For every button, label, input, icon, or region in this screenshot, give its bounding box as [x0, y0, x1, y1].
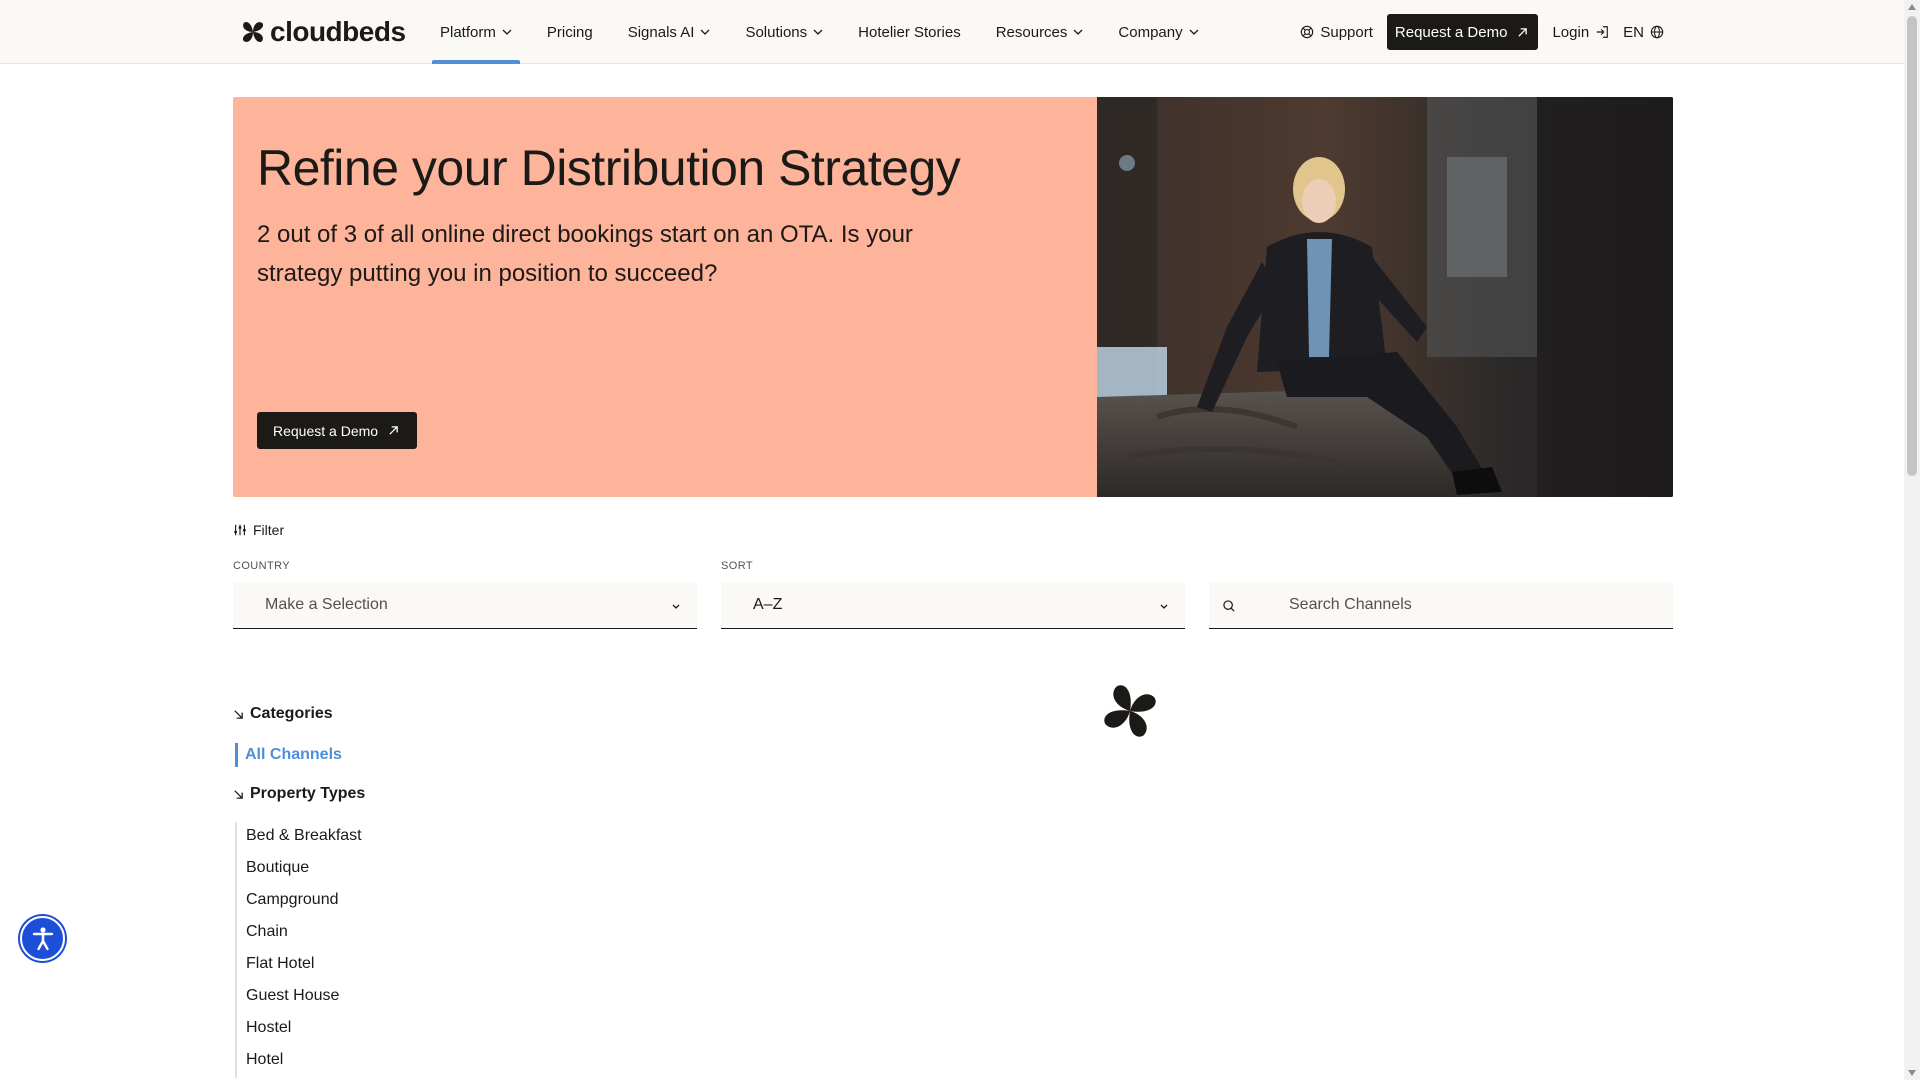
- country-select[interactable]: Make a Selection: [233, 582, 697, 629]
- chevron-down-icon: [700, 29, 710, 35]
- support-link[interactable]: Support: [1300, 24, 1373, 41]
- nav-label: Resources: [995, 23, 1068, 41]
- nav-item-signals-ai[interactable]: Signals AI: [620, 0, 719, 64]
- sliders-icon: [234, 524, 246, 536]
- page-scrollbar[interactable]: [1904, 0, 1920, 1080]
- property-type-item[interactable]: Campground: [246, 886, 362, 918]
- login-arrow-icon: [1596, 26, 1608, 38]
- property-types-list: Bed & Breakfast Boutique Campground Chai…: [235, 822, 362, 1078]
- nav-item-hotelier-stories[interactable]: Hotelier Stories: [850, 0, 969, 64]
- country-label: COUNTRY: [233, 560, 290, 572]
- cloudbeds-logo[interactable]: cloudbeds: [240, 16, 406, 48]
- property-type-item[interactable]: Chain: [246, 918, 362, 950]
- hero-banner: Refine your Distribution Strategy 2 out …: [233, 97, 1673, 497]
- chevron-down-icon: [1073, 29, 1083, 35]
- cloudbeds-logo-icon: [242, 21, 264, 43]
- brand-name: cloudbeds: [270, 16, 406, 47]
- nav-item-solutions[interactable]: Solutions: [737, 0, 831, 64]
- accessibility-icon: [32, 926, 53, 950]
- hero-text-panel: Refine your Distribution Strategy 2 out …: [233, 97, 1097, 497]
- property-type-item[interactable]: Bed & Breakfast: [246, 822, 362, 854]
- country-value: Make a Selection: [265, 596, 388, 613]
- chevron-down-icon: [1160, 604, 1168, 609]
- arrow-down-right-icon: [234, 789, 243, 799]
- login-label: Login: [1552, 23, 1590, 41]
- categories-heading[interactable]: Categories: [233, 705, 333, 723]
- site-header: cloudbeds Platform Pricing Signals AI So…: [0, 0, 1904, 64]
- accessibility-button[interactable]: [20, 916, 65, 961]
- property-type-item[interactable]: Hotel: [246, 1046, 362, 1078]
- category-all-channels[interactable]: All Channels: [235, 743, 342, 767]
- hero-subtitle: 2 out of 3 of all online direct bookings…: [257, 221, 913, 287]
- property-type-item[interactable]: Boutique: [246, 854, 362, 886]
- button-label: Request a Demo: [273, 422, 379, 439]
- scroll-down-arrow[interactable]: [1908, 1070, 1916, 1076]
- property-types-heading-label: Property Types: [250, 785, 366, 802]
- header-actions: Support Request a Demo Login EN: [1300, 0, 1664, 64]
- arrow-up-right-icon: [389, 426, 398, 435]
- request-demo-hero-button[interactable]: Request a Demo: [257, 412, 418, 449]
- lifebuoy-icon: [1301, 25, 1314, 39]
- filter-label: Filter: [253, 522, 285, 538]
- hero-title: Refine your Distribution Strategy: [257, 140, 961, 196]
- login-link[interactable]: Login: [1552, 24, 1609, 41]
- scrollbar-thumb[interactable]: [1907, 16, 1917, 476]
- request-demo-header-button[interactable]: Request a Demo: [1386, 14, 1539, 50]
- chevron-down-icon: [672, 604, 680, 609]
- nav-item-company[interactable]: Company: [1110, 0, 1206, 64]
- chevron-down-icon: [1189, 29, 1199, 35]
- nav-item-resources[interactable]: Resources: [988, 0, 1092, 64]
- hotelier-photo-illustration: [1097, 97, 1673, 497]
- main-nav: Platform Pricing Signals AI Solutions Ho…: [432, 0, 1226, 64]
- hero-photo: [1097, 97, 1673, 497]
- nav-item-pricing[interactable]: Pricing: [539, 0, 601, 64]
- nav-label: Signals AI: [627, 23, 695, 41]
- arrow-up-right-icon: [1518, 27, 1528, 37]
- nav-label: Platform: [440, 23, 496, 41]
- property-type-item[interactable]: Flat Hotel: [246, 950, 362, 982]
- property-types-heading[interactable]: Property Types: [233, 785, 365, 803]
- property-type-item[interactable]: Guest House: [246, 982, 362, 1014]
- arrow-down-right-icon: [234, 709, 243, 719]
- language-label: EN: [1623, 23, 1644, 41]
- chevron-down-icon: [813, 29, 823, 35]
- search-icon: [1223, 600, 1235, 612]
- sort-value: A–Z: [753, 596, 783, 613]
- chevron-down-icon: [502, 29, 512, 35]
- sort-label: SORT: [721, 560, 753, 572]
- nav-label: Pricing: [546, 23, 593, 41]
- support-label: Support: [1320, 23, 1373, 41]
- nav-label: Hotelier Stories: [858, 23, 961, 41]
- globe-icon: [1650, 25, 1664, 39]
- scroll-up-arrow[interactable]: [1908, 4, 1916, 10]
- channel-search: [1209, 582, 1673, 629]
- filter-toggle[interactable]: Filter: [233, 522, 284, 538]
- nav-item-platform[interactable]: Platform: [432, 0, 520, 64]
- language-selector[interactable]: EN: [1623, 24, 1664, 41]
- property-type-item[interactable]: Hostel: [246, 1014, 362, 1046]
- nav-label: Solutions: [745, 23, 808, 41]
- nav-label: Company: [1118, 23, 1183, 41]
- search-channels-input[interactable]: [1289, 582, 1649, 627]
- sort-select[interactable]: A–Z: [721, 582, 1185, 629]
- button-label: Request a Demo: [1394, 23, 1508, 41]
- loading-spinner-icon: [1104, 685, 1156, 737]
- categories-heading-label: Categories: [250, 705, 333, 722]
